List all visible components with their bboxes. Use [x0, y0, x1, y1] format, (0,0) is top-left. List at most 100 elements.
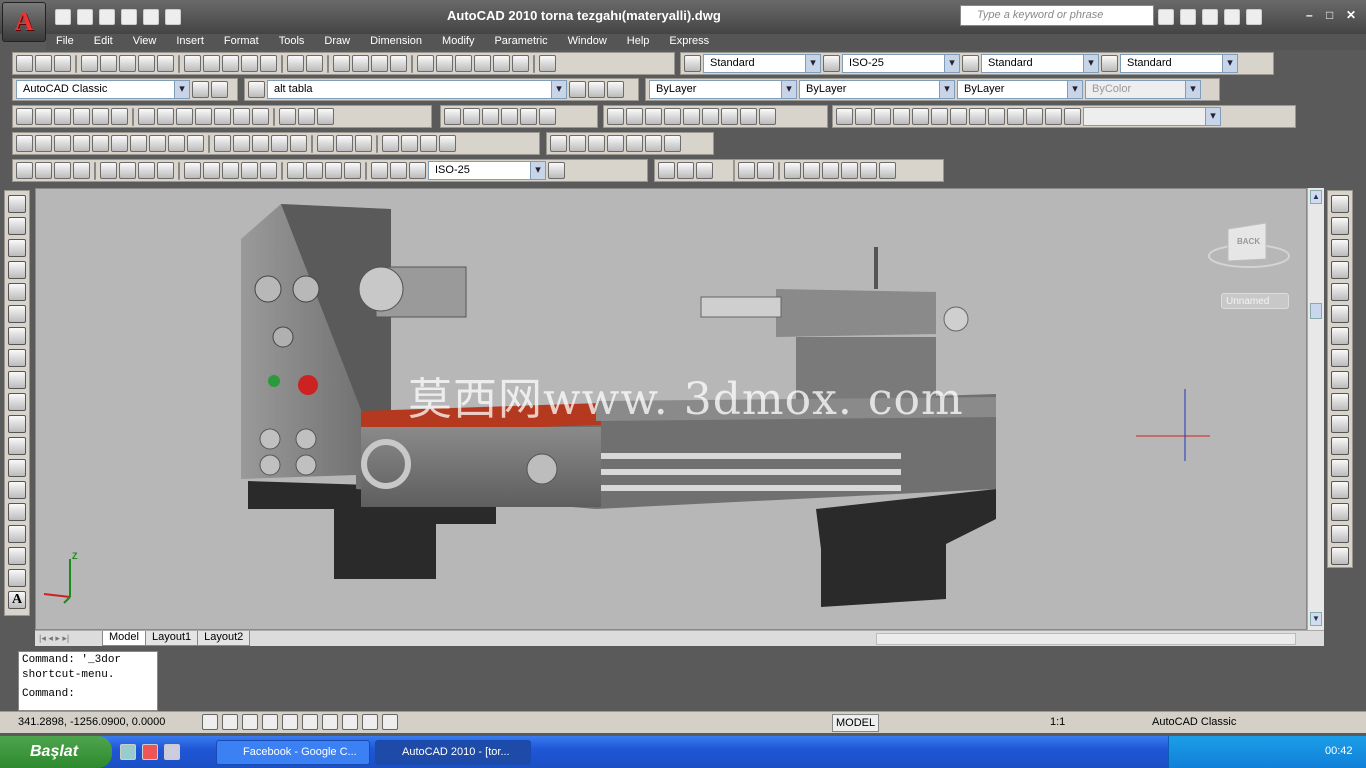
- scroll-thumb[interactable]: [1310, 303, 1322, 319]
- menu-express[interactable]: Express: [659, 34, 719, 50]
- arc-icon[interactable]: [8, 305, 26, 323]
- tab-layout2[interactable]: Layout2: [197, 631, 251, 646]
- scale-icon[interactable]: [233, 108, 250, 125]
- tolerance-icon[interactable]: [287, 162, 304, 179]
- 3d-align-icon[interactable]: [420, 135, 437, 152]
- polyline-icon[interactable]: [8, 239, 26, 257]
- search-input[interactable]: Type a keyword or phrase: [960, 5, 1154, 26]
- multiline-text-icon[interactable]: A: [8, 591, 26, 609]
- free-orbit-icon[interactable]: [696, 162, 713, 179]
- copy-icon[interactable]: [203, 55, 220, 72]
- baseline-icon[interactable]: [203, 162, 220, 179]
- zoom-extents-icon[interactable]: [759, 108, 776, 125]
- tool-palettes-icon[interactable]: [455, 55, 472, 72]
- multileader-style-icon[interactable]: [1101, 55, 1118, 72]
- spot-light-icon[interactable]: [822, 162, 839, 179]
- sweep-icon[interactable]: [252, 135, 269, 152]
- copy-icon[interactable]: [1331, 217, 1349, 235]
- star-icon[interactable]: [1224, 9, 1240, 25]
- render-preset-icon[interactable]: [879, 162, 896, 179]
- menu-parametric[interactable]: Parametric: [484, 34, 557, 50]
- torus-icon[interactable]: [130, 135, 147, 152]
- chamfer-icon[interactable]: [1331, 503, 1349, 521]
- workspace-select[interactable]: AutoCAD Classic: [16, 80, 190, 99]
- cut-icon[interactable]: [184, 55, 201, 72]
- render-window-icon[interactable]: [860, 162, 877, 179]
- nw-iso-icon[interactable]: [1026, 108, 1043, 125]
- drawing-viewport[interactable]: BACK Unnamed 莫西网www. 3dmox. com Z: [35, 188, 1307, 630]
- wrench-icon[interactable]: [1180, 9, 1196, 25]
- new-icon[interactable]: [16, 55, 33, 72]
- zoom-window-icon[interactable]: [371, 55, 388, 72]
- top-view-icon[interactable]: [855, 108, 872, 125]
- ne-iso-icon[interactable]: [1007, 108, 1024, 125]
- layer-properties-icon[interactable]: [248, 81, 265, 98]
- lineweight-select[interactable]: ByLayer: [957, 80, 1083, 99]
- maximize-button[interactable]: □: [1326, 8, 1333, 22]
- flatshot-icon[interactable]: [664, 135, 681, 152]
- hide-icon[interactable]: [444, 108, 461, 125]
- offset-icon[interactable]: [1331, 261, 1349, 279]
- point-light-icon[interactable]: [803, 162, 820, 179]
- make-block-icon[interactable]: [8, 459, 26, 477]
- se-iso-icon[interactable]: [988, 108, 1005, 125]
- polar-icon[interactable]: [262, 714, 278, 730]
- coordinates-readout[interactable]: 341.2898, -1256.0900, 0.0000: [18, 716, 165, 728]
- jogged-icon[interactable]: [119, 162, 136, 179]
- make-current-icon[interactable]: [569, 81, 586, 98]
- 3d-move-icon[interactable]: [382, 135, 399, 152]
- ortho-icon[interactable]: [242, 714, 258, 730]
- quick-dim-icon[interactable]: [184, 162, 201, 179]
- workspace-switch[interactable]: AutoCAD Classic: [1152, 716, 1236, 728]
- explode-icon[interactable]: [1331, 547, 1349, 565]
- revolve-icon[interactable]: [271, 135, 288, 152]
- menu-tools[interactable]: Tools: [269, 34, 315, 50]
- revision-cloud-icon[interactable]: [8, 349, 26, 367]
- presspull-icon[interactable]: [233, 135, 250, 152]
- close-button[interactable]: ✕: [1346, 8, 1356, 22]
- continue-icon[interactable]: [222, 162, 239, 179]
- dim-update-icon[interactable]: [409, 162, 426, 179]
- command-prompt[interactable]: Command:: [22, 687, 154, 702]
- annotation-scale[interactable]: 1:1: [1050, 716, 1065, 728]
- right-view-icon[interactable]: [912, 108, 929, 125]
- polysolid-icon[interactable]: [16, 135, 33, 152]
- pan-icon[interactable]: [333, 55, 350, 72]
- break-at-point-icon[interactable]: [1331, 437, 1349, 455]
- helix-icon[interactable]: [168, 135, 185, 152]
- tab-model[interactable]: Model: [102, 631, 146, 646]
- array-icon[interactable]: [1331, 283, 1349, 301]
- zoom-out-icon[interactable]: [721, 108, 738, 125]
- zoom-previous-icon[interactable]: [390, 55, 407, 72]
- zoom-all-icon[interactable]: [740, 108, 757, 125]
- hatch-icon[interactable]: [8, 503, 26, 521]
- realistic-icon[interactable]: [501, 108, 518, 125]
- media-icon[interactable]: [164, 744, 180, 760]
- thicken-icon[interactable]: [569, 135, 586, 152]
- multileader-style-select[interactable]: Standard: [1120, 54, 1238, 73]
- diameter-icon[interactable]: [138, 162, 155, 179]
- gradient-icon[interactable]: [8, 525, 26, 543]
- dim-space-icon[interactable]: [241, 162, 258, 179]
- block-editor-icon[interactable]: [260, 55, 277, 72]
- region-icon[interactable]: [738, 162, 755, 179]
- camera-icon[interactable]: [1045, 108, 1062, 125]
- subtract-icon[interactable]: [336, 135, 353, 152]
- scroll-up-arrow[interactable]: ▲: [1310, 190, 1322, 204]
- menu-help[interactable]: Help: [617, 34, 660, 50]
- fillet-icon[interactable]: [1331, 525, 1349, 543]
- desktop-icon[interactable]: [120, 744, 136, 760]
- vertical-scrollbar[interactable]: ▲ ▼: [1307, 188, 1324, 630]
- menu-file[interactable]: File: [46, 34, 84, 50]
- menu-draw[interactable]: Draw: [314, 34, 360, 50]
- lineweight-icon[interactable]: [382, 714, 398, 730]
- point-icon[interactable]: [252, 108, 269, 125]
- menu-view[interactable]: View: [123, 34, 167, 50]
- new-icon[interactable]: [55, 9, 71, 25]
- pyramid-icon[interactable]: [149, 135, 166, 152]
- color-select[interactable]: ByLayer: [649, 80, 797, 99]
- redo-icon[interactable]: [143, 9, 159, 25]
- convert-surface-icon[interactable]: [607, 135, 624, 152]
- distant-light-icon[interactable]: [841, 162, 858, 179]
- 3dprint-icon[interactable]: [138, 55, 155, 72]
